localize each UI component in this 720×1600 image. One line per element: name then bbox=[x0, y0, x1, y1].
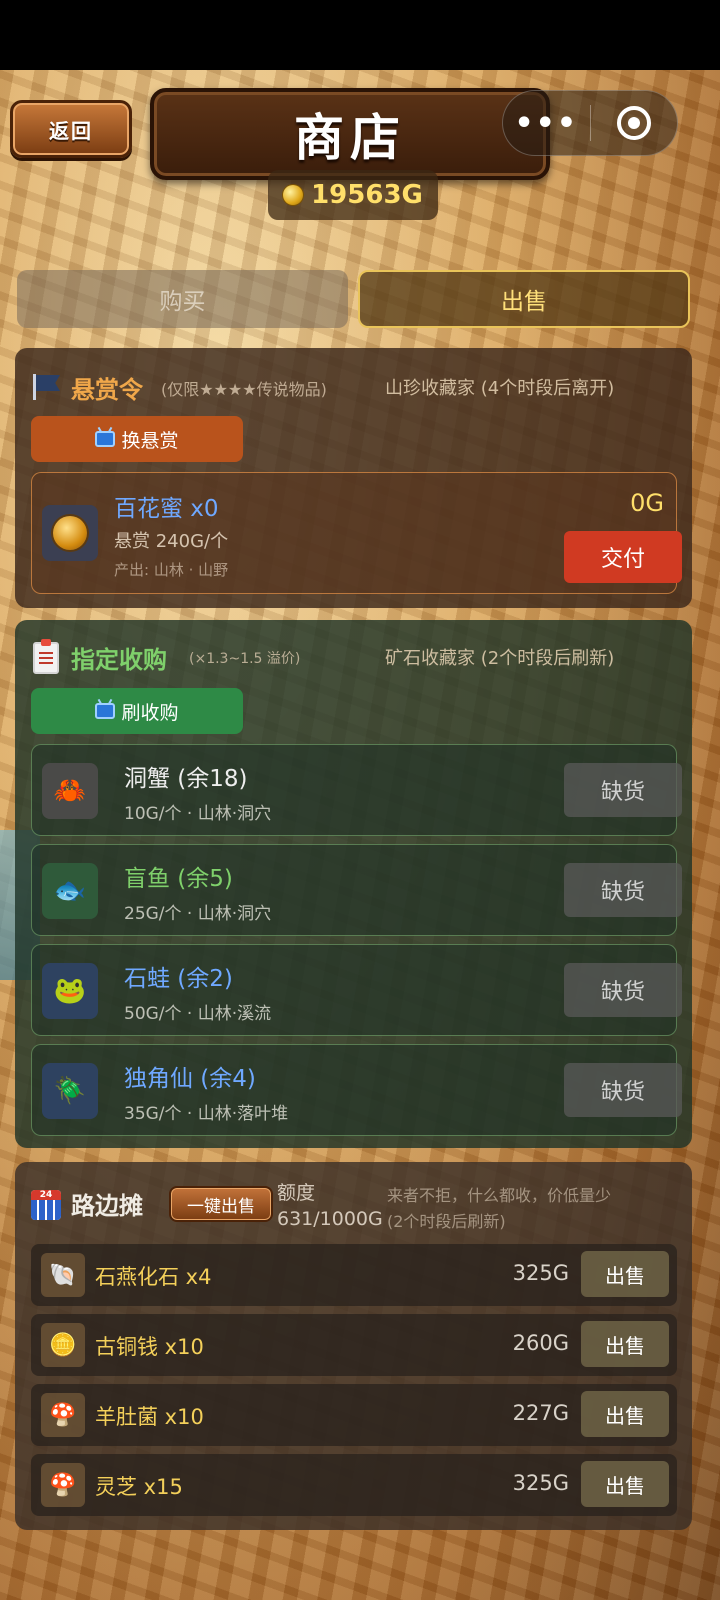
stall-row-fossil: 🐚 石燕化石 x4 325G 出售 bbox=[31, 1244, 677, 1306]
frog-icon: 🐸 bbox=[42, 963, 98, 1019]
bounty-item-value: 0G bbox=[630, 489, 664, 517]
sell-button[interactable]: 出售 bbox=[581, 1321, 669, 1367]
order-row-cave-crab: 🦀 洞蟹 (余18) 10G/个 · 山林·洞穴 缺货 bbox=[31, 744, 682, 836]
order-item-sub: 50G/个 · 山林·溪流 bbox=[124, 1004, 272, 1024]
status-bar-area bbox=[0, 0, 720, 70]
deliver-button[interactable]: 交付 bbox=[564, 531, 682, 583]
quota-value: 631/1000G bbox=[277, 1208, 383, 1230]
miniapp-capsule: ••• bbox=[502, 90, 678, 156]
purchase-order-panel: 指定收购 (×1.3~1.5 溢价) 矿石收藏家 (2个时段后刷新) 刷收购 🦀… bbox=[15, 620, 692, 1148]
street-description: 来者不拒，什么都收，价低量少 bbox=[387, 1186, 612, 1205]
stall-item-price: 260G bbox=[512, 1331, 569, 1355]
bounty-item-reward: 悬赏 240G/个 bbox=[114, 531, 229, 552]
clipboard-icon bbox=[33, 639, 59, 674]
bounty-panel: 悬赏令 (仅限★★★★传说物品) 山珍收藏家 (4个时段后离开) 换悬赏 百花蜜… bbox=[15, 348, 692, 608]
out-of-stock-button[interactable]: 缺货 bbox=[564, 963, 682, 1017]
refresh-orders-label: 刷收购 bbox=[121, 701, 179, 724]
gold-amount: 19563G bbox=[311, 180, 423, 210]
target-icon bbox=[616, 106, 651, 140]
street-stall-panel: 24 路边摊 一键出售 额度 631/1000G 来者不拒，什么都收，价低量少 … bbox=[15, 1162, 692, 1530]
refresh-bounty-label: 换悬赏 bbox=[121, 429, 179, 452]
stall-item-name: 灵芝 x15 bbox=[95, 1475, 183, 1499]
tab-sell[interactable]: 出售 bbox=[358, 270, 690, 328]
refresh-bounty-button[interactable]: 换悬赏 bbox=[31, 416, 243, 462]
street-refresh-info: (2个时段后刷新) bbox=[387, 1212, 506, 1231]
stall-item-name: 羊肚菌 x10 bbox=[95, 1405, 204, 1429]
out-of-stock-button[interactable]: 缺货 bbox=[564, 763, 682, 817]
order-item-name: 盲鱼 (余5) bbox=[124, 866, 233, 892]
fossil-icon: 🐚 bbox=[41, 1253, 85, 1297]
order-item-sub: 10G/个 · 山林·洞穴 bbox=[124, 804, 272, 824]
order-item-sub: 35G/个 · 山林·落叶堆 bbox=[124, 1104, 289, 1124]
sell-button[interactable]: 出售 bbox=[581, 1391, 669, 1437]
coin-icon bbox=[283, 185, 304, 205]
sell-button[interactable]: 出售 bbox=[581, 1251, 669, 1297]
quick-sell-all-button[interactable]: 一键出售 bbox=[169, 1186, 273, 1222]
close-miniapp-button[interactable] bbox=[591, 90, 678, 156]
page-title: 商店 bbox=[294, 109, 406, 167]
bounty-title: 悬赏令 bbox=[71, 376, 143, 404]
street-title: 路边摊 bbox=[71, 1192, 143, 1220]
ancient-coin-icon: 🪙 bbox=[41, 1323, 85, 1367]
order-collector-info: 矿石收藏家 (2个时段后刷新) bbox=[385, 648, 615, 669]
sell-button[interactable]: 出售 bbox=[581, 1461, 669, 1507]
tab-buy[interactable]: 购买 bbox=[17, 270, 348, 328]
stall-row-lingzhi: 🍄 灵芝 x15 325G 出售 bbox=[31, 1454, 677, 1516]
order-item-name: 洞蟹 (余18) bbox=[124, 766, 248, 792]
stall-item-name: 石燕化石 x4 bbox=[95, 1265, 212, 1289]
honey-jar-icon bbox=[42, 505, 98, 561]
fish-icon: 🐟 bbox=[42, 863, 98, 919]
order-row-blind-fish: 🐟 盲鱼 (余5) 25G/个 · 山林·洞穴 缺货 bbox=[31, 844, 682, 936]
morel-mushroom-icon: 🍄 bbox=[41, 1393, 85, 1437]
lingzhi-icon: 🍄 bbox=[41, 1463, 85, 1507]
quota-label: 额度 bbox=[277, 1182, 316, 1204]
stall-row-morel: 🍄 羊肚菌 x10 227G 出售 bbox=[31, 1384, 677, 1446]
bounty-item-origin: 产出: 山林 · 山野 bbox=[114, 561, 229, 579]
order-title: 指定收购 bbox=[71, 646, 167, 674]
bounty-subtitle: (仅限★★★★传说物品) bbox=[161, 380, 327, 399]
back-button[interactable]: 返回 bbox=[10, 100, 132, 158]
tv-ad-icon bbox=[95, 703, 116, 719]
refresh-orders-button[interactable]: 刷收购 bbox=[31, 688, 243, 734]
order-item-name: 石蛙 (余2) bbox=[124, 966, 233, 992]
bounty-item-name: 百花蜜 x0 bbox=[114, 496, 219, 522]
tv-ad-icon bbox=[95, 431, 116, 447]
bounty-collector-info: 山珍收藏家 (4个时段后离开) bbox=[385, 378, 615, 399]
gold-balance: 19563G bbox=[268, 170, 438, 220]
order-row-stone-frog: 🐸 石蛙 (余2) 50G/个 · 山林·溪流 缺货 bbox=[31, 944, 682, 1036]
flag-icon bbox=[33, 374, 61, 400]
stall-row-coin: 🪙 古铜钱 x10 260G 出售 bbox=[31, 1314, 677, 1376]
more-menu-icon[interactable]: ••• bbox=[503, 90, 590, 156]
bounty-item-card: 百花蜜 x0 悬赏 240G/个 产出: 山林 · 山野 0G 交付 bbox=[31, 472, 682, 594]
crab-icon: 🦀 bbox=[42, 763, 98, 819]
stall-item-price: 227G bbox=[512, 1401, 569, 1425]
stall-item-price: 325G bbox=[512, 1471, 569, 1495]
title-board: 商店 bbox=[150, 88, 550, 180]
order-item-sub: 25G/个 · 山林·洞穴 bbox=[124, 904, 272, 924]
out-of-stock-button[interactable]: 缺货 bbox=[564, 863, 682, 917]
stall-item-price: 325G bbox=[512, 1261, 569, 1285]
calendar-icon: 24 bbox=[31, 1190, 61, 1220]
order-item-name: 独角仙 (余4) bbox=[124, 1066, 256, 1092]
beetle-icon: 🪲 bbox=[42, 1063, 98, 1119]
order-subtitle: (×1.3~1.5 溢价) bbox=[189, 651, 301, 667]
order-row-rhino-beetle: 🪲 独角仙 (余4) 35G/个 · 山林·落叶堆 缺货 bbox=[31, 1044, 682, 1136]
stall-item-name: 古铜钱 x10 bbox=[95, 1335, 204, 1359]
out-of-stock-button[interactable]: 缺货 bbox=[564, 1063, 682, 1117]
